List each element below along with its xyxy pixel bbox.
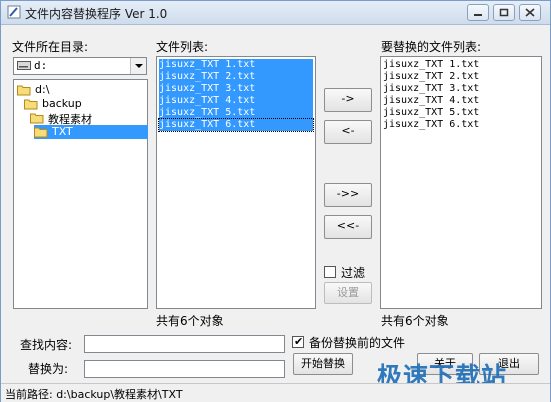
- settings-button[interactable]: 设置: [324, 282, 372, 304]
- list-item[interactable]: jisuxz_TXT 2.txt: [383, 71, 479, 83]
- list-item[interactable]: jisuxz_TXT 5.txt: [383, 107, 479, 119]
- backup-checkbox[interactable]: ✔: [292, 335, 304, 348]
- window-title: 文件内容替换程序 Ver 1.0: [25, 7, 168, 21]
- minimize-button[interactable]: [467, 4, 489, 21]
- app-icon: [7, 5, 21, 19]
- file-list-label: 文件列表:: [156, 40, 209, 54]
- find-label: 查找内容:: [20, 338, 73, 352]
- tree-item-drive[interactable]: d:\: [17, 83, 77, 97]
- tree-item-txt[interactable]: TXT: [34, 125, 148, 139]
- tree-item-backup[interactable]: backup: [24, 97, 94, 111]
- drive-select-arrow[interactable]: [130, 58, 146, 74]
- file-list[interactable]: jisuxz_TXT 1.txt jisuxz_TXT 2.txt jisuxz…: [156, 56, 316, 309]
- folder-open-icon: [34, 127, 48, 138]
- folder-open-icon: [30, 113, 44, 124]
- list-item[interactable]: jisuxz_TXT 1.txt: [383, 59, 479, 71]
- list-item[interactable]: jisuxz_TXT 6.txt: [158, 118, 314, 132]
- add-all-button[interactable]: ->>: [324, 183, 372, 207]
- close-icon: [525, 8, 535, 17]
- list-item[interactable]: jisuxz_TXT 4.txt: [383, 95, 479, 107]
- folder-open-icon: [17, 85, 31, 96]
- list-item[interactable]: jisuxz_TXT 5.txt: [159, 107, 313, 119]
- start-replace-button[interactable]: 开始替换: [293, 353, 353, 375]
- list-item[interactable]: jisuxz_TXT 1.txt: [159, 59, 313, 71]
- find-input[interactable]: [84, 335, 285, 353]
- directory-label: 文件所在目录:: [12, 40, 89, 54]
- list-item[interactable]: jisuxz_TXT 6.txt: [383, 119, 479, 131]
- filter-checkbox[interactable]: [324, 266, 336, 278]
- replace-label: 替换为:: [28, 362, 69, 376]
- status-bar: 当前路径: d:\backup\教程素材\TXT: [1, 383, 550, 402]
- title-bar: 文件内容替换程序 Ver 1.0: [1, 1, 550, 25]
- list-item[interactable]: jisuxz_TXT 2.txt: [159, 71, 313, 83]
- chevron-down-icon: [135, 64, 143, 68]
- remove-all-button[interactable]: <<-: [324, 215, 372, 239]
- remove-one-button[interactable]: <-: [324, 120, 372, 144]
- check-icon: ✔: [294, 335, 304, 348]
- replace-file-list[interactable]: jisuxz_TXT 1.txt jisuxz_TXT 2.txt jisuxz…: [380, 56, 542, 309]
- drive-select-value: d:: [34, 59, 48, 72]
- close-button[interactable]: [519, 4, 541, 21]
- current-path: 当前路径: d:\backup\教程素材\TXT: [5, 388, 183, 401]
- folder-open-icon: [24, 99, 38, 110]
- list-item[interactable]: jisuxz_TXT 4.txt: [159, 95, 313, 107]
- replace-list-count: 共有6个对象: [381, 314, 449, 328]
- minimize-icon: [474, 14, 482, 16]
- filter-label: 过滤: [341, 266, 366, 280]
- maximize-icon: [499, 8, 509, 17]
- maximize-button[interactable]: [493, 4, 515, 21]
- backup-label: 备份替换前的文件: [309, 336, 406, 350]
- replace-input[interactable]: [84, 360, 285, 378]
- add-one-button[interactable]: ->: [324, 88, 372, 112]
- drive-icon: [17, 61, 31, 70]
- drive-select[interactable]: d:: [13, 57, 147, 75]
- file-list-count: 共有6个对象: [156, 314, 224, 328]
- replace-list-label: 要替换的文件列表:: [381, 40, 482, 54]
- tree-item-tutorial[interactable]: 教程素材: [30, 111, 120, 126]
- list-item[interactable]: jisuxz_TXT 3.txt: [383, 83, 479, 95]
- directory-tree[interactable]: d:\ backup 教程素材 TXT: [13, 79, 148, 309]
- list-item[interactable]: jisuxz_TXT 3.txt: [159, 83, 313, 95]
- main-window: 文件内容替换程序 Ver 1.0 文件所在目录: d: d:\ backup 教…: [0, 0, 551, 402]
